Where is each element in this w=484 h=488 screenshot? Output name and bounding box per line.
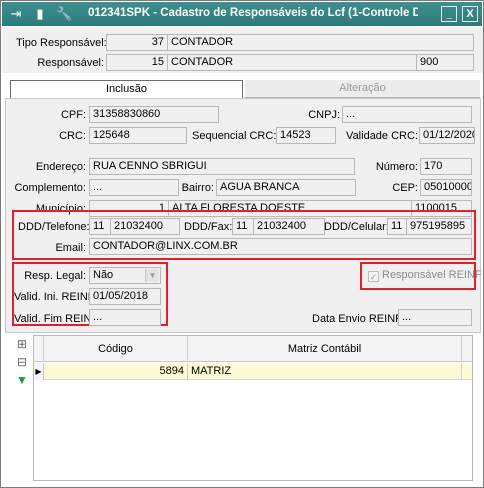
- resp-reinf-label: Responsável REINF: [382, 269, 482, 281]
- data-envio-field[interactable]: ...: [398, 309, 472, 326]
- resp-legal-label: Resp. Legal:: [24, 270, 86, 282]
- delete-row-icon[interactable]: ⊟: [15, 355, 29, 369]
- responsavel-extra: 900: [416, 54, 474, 71]
- ddd-fax-label: DDD/Fax:: [184, 221, 233, 233]
- numero-label: Número:: [375, 161, 418, 173]
- row-pointer-icon: ▶: [34, 363, 44, 380]
- data-envio-label: Data Envio REINF:: [312, 313, 405, 325]
- checkmark-icon: ✓: [368, 271, 379, 282]
- cnpj-label: CNPJ:: [308, 109, 340, 121]
- validade-crc-field[interactable]: 01/12/2020: [419, 127, 475, 144]
- crc-label: CRC:: [59, 130, 86, 142]
- email-field[interactable]: CONTADOR@LINX.COM.BR: [89, 238, 472, 255]
- responsavel-desc: CONTADOR: [167, 54, 417, 71]
- exit-icon[interactable]: ⇥: [8, 6, 24, 22]
- fax-field[interactable]: 21032400: [253, 218, 325, 235]
- responsavel-code[interactable]: 15: [106, 54, 168, 71]
- tab-bar: Inclusão Alteração: [5, 80, 481, 99]
- ddd-fax-field[interactable]: 11: [232, 218, 254, 235]
- table-row[interactable]: ▶ 5894 MATRIZ: [34, 363, 472, 380]
- validade-crc-label: Validade CRC:: [346, 130, 418, 142]
- celular-field[interactable]: 975195895: [406, 218, 472, 235]
- valid-ini-label: Valid. Ini. REINF:: [14, 291, 98, 303]
- valid-fim-label: Valid. Fim REINF:: [14, 313, 102, 325]
- title-bar: ⇥ ▮ 🔧 012341SPK - Cadastro de Responsáve…: [2, 2, 482, 26]
- column-codigo[interactable]: Código: [44, 336, 188, 362]
- wrench-icon[interactable]: 🔧: [56, 6, 72, 22]
- cnpj-field[interactable]: ...: [342, 106, 472, 123]
- chevron-down-icon[interactable]: ▼: [145, 269, 159, 282]
- column-matriz[interactable]: Matriz Contábil: [188, 336, 462, 362]
- endereco-label: Endereço:: [35, 161, 86, 173]
- minimize-button[interactable]: _: [441, 6, 457, 22]
- email-label: Email:: [55, 242, 86, 254]
- tab-inclusao[interactable]: Inclusão: [10, 80, 243, 99]
- tab-alteracao[interactable]: Alteração: [245, 80, 480, 98]
- ddd-telefone-field[interactable]: 11: [89, 218, 111, 235]
- cpf-field[interactable]: 31358830860: [89, 106, 219, 123]
- telefone-field[interactable]: 21032400: [110, 218, 180, 235]
- responsavel-label: Responsável:: [37, 57, 104, 69]
- matriz-grid: Código Matriz Contábil ▶ 5894 MATRIZ: [33, 335, 473, 481]
- resp-reinf-checkbox[interactable]: ✓ Responsável REINF: [368, 269, 482, 282]
- endereco-field[interactable]: RUA CENNO SBRIGUI: [89, 158, 355, 175]
- add-row-icon[interactable]: ⊞: [15, 337, 29, 351]
- cep-field[interactable]: 05010000: [420, 179, 472, 196]
- close-button[interactable]: X: [462, 6, 478, 22]
- window-title: 012341SPK - Cadastro de Responsáveis do …: [88, 7, 418, 19]
- tipo-responsavel-label: Tipo Responsável:: [16, 37, 107, 49]
- resp-legal-select[interactable]: Não ▼: [89, 267, 161, 284]
- valid-ini-field[interactable]: 01/05/2018: [89, 288, 161, 305]
- tipo-responsavel-desc: CONTADOR: [167, 34, 474, 51]
- seq-crc-label: Sequencial CRC:: [192, 130, 277, 142]
- valid-fim-field[interactable]: ...: [89, 309, 161, 326]
- resp-legal-value: Não: [93, 269, 114, 281]
- ddd-telefone-label: DDD/Telefone:: [18, 221, 90, 233]
- tipo-responsavel-code[interactable]: 37: [106, 34, 168, 51]
- bairro-field[interactable]: AGUA BRANCA: [216, 179, 356, 196]
- filter-icon[interactable]: ▼: [15, 373, 29, 387]
- ddd-celular-field[interactable]: 11: [387, 218, 407, 235]
- numero-field[interactable]: 170: [420, 158, 472, 175]
- row-indicator-header: [34, 336, 44, 362]
- cep-label: CEP:: [392, 182, 418, 194]
- bairro-label: Bairro:: [181, 182, 214, 194]
- window: ⇥ ▮ 🔧 012341SPK - Cadastro de Responsáve…: [0, 0, 484, 488]
- ddd-celular-label: DDD/Celular:: [324, 221, 389, 233]
- grid-header: Código Matriz Contábil: [34, 336, 472, 362]
- cell-matriz[interactable]: MATRIZ: [188, 363, 462, 380]
- traffic-light-icon[interactable]: ▮: [32, 6, 48, 22]
- seq-crc-field[interactable]: 14523: [276, 127, 336, 144]
- form-panel: CPF: 31358830860 CNPJ: ... CRC: 125648 S…: [5, 98, 482, 333]
- cpf-label: CPF:: [60, 109, 86, 121]
- header-panel: Tipo Responsável: 37 CONTADOR Responsáve…: [2, 27, 483, 73]
- cell-codigo[interactable]: 5894: [44, 363, 188, 380]
- complemento-label: Complemento:: [14, 182, 86, 194]
- complemento-field[interactable]: ...: [89, 179, 179, 196]
- grid-toolbar: ⊞ ⊟ ▼: [15, 337, 33, 387]
- crc-field[interactable]: 125648: [89, 127, 187, 144]
